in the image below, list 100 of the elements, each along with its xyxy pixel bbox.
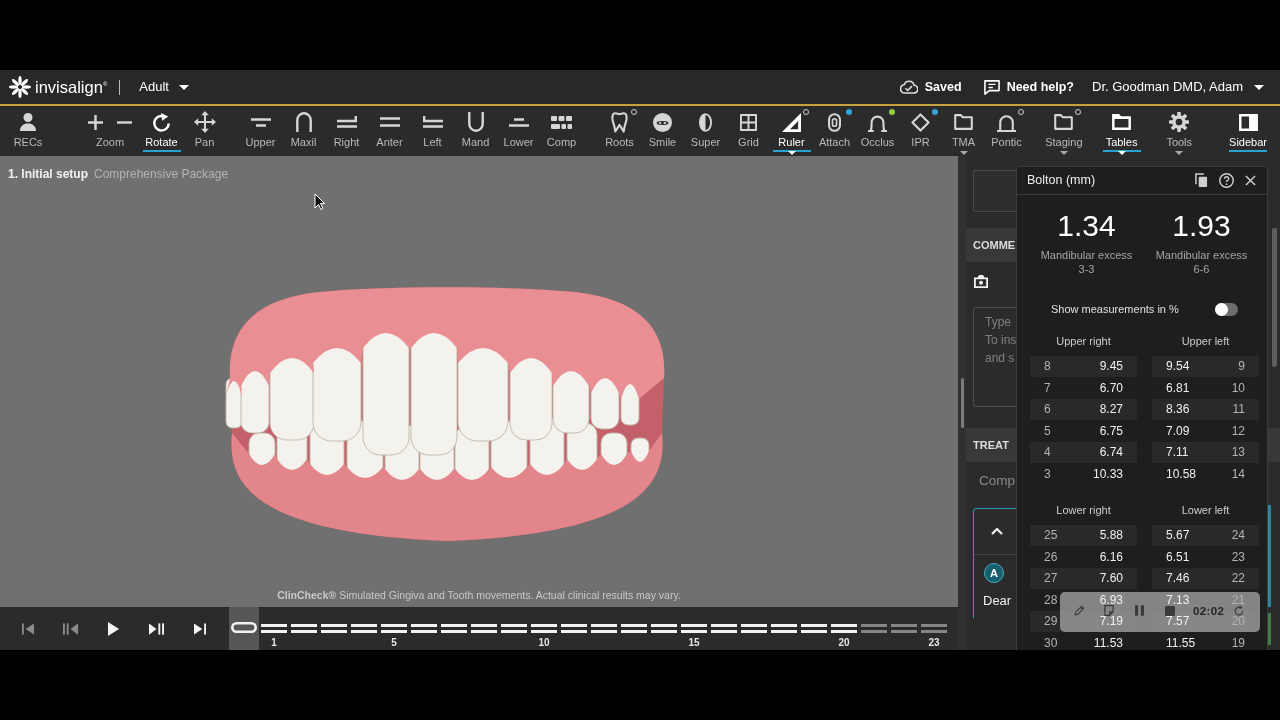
tooth-number: 22 <box>1231 570 1245 588</box>
toggle-label: Show measurements in % <box>1051 301 1179 317</box>
stop-icon[interactable] <box>1165 605 1175 616</box>
toolbar-button[interactable]: Attach <box>813 106 856 156</box>
save-status: Saved <box>924 78 962 96</box>
toolbar-button[interactable]: Right <box>325 106 368 156</box>
toolbar-button[interactable]: Lower <box>497 106 540 156</box>
toolbar-button[interactable]: Pontic <box>985 106 1028 156</box>
pencil-icon[interactable] <box>1074 605 1085 616</box>
measurement-value: 6.93 <box>1099 591 1123 609</box>
tooth-number: 26 <box>1044 548 1058 566</box>
toolbar-button[interactable]: Comp <box>540 106 583 156</box>
toolbar-button[interactable]: Super <box>684 106 727 156</box>
copy-icon[interactable] <box>1195 173 1208 188</box>
timeline-stage[interactable] <box>229 607 259 650</box>
timeline-stage[interactable]: 5 <box>379 607 409 650</box>
rotate-icon <box>152 112 171 132</box>
double-line-icon <box>379 117 400 127</box>
timeline-stage[interactable]: 23 <box>919 607 949 650</box>
toolbar-button[interactable]: Roots <box>598 106 641 156</box>
toolbar-button[interactable]: IPR <box>899 106 942 156</box>
measurement-value: 8.27 <box>1099 401 1123 419</box>
tooth-number: 3 <box>1044 465 1051 483</box>
summary-label: Mandibular excess <box>1040 248 1133 262</box>
measurement-value: 7.57 <box>1166 613 1190 631</box>
measurement-value: 7.46 <box>1166 570 1190 588</box>
help-icon[interactable] <box>1219 173 1234 188</box>
toolbar-button[interactable]: Maxil <box>282 106 325 156</box>
section-header[interactable]: COMME <box>966 228 1016 262</box>
scrollbar-thumb[interactable] <box>1272 228 1277 367</box>
step-title: 1. Initial setup <box>8 166 88 182</box>
lines-right-notch-icon <box>336 116 357 128</box>
pointer-cursor-icon <box>314 193 325 210</box>
button-edge <box>1268 613 1271 645</box>
toolbar-button[interactable]: Ruler <box>770 106 813 156</box>
user-menu[interactable]: Dr. Goodman DMD, Adam <box>1092 79 1264 95</box>
tooth-number: 7 <box>1044 379 1051 397</box>
close-icon[interactable] <box>1245 175 1256 186</box>
toolbar-button[interactable]: Staging <box>1035 106 1093 156</box>
resize-handle[interactable] <box>960 378 964 428</box>
settings-icon <box>1169 112 1190 132</box>
toolbar-button[interactable]: TMA <box>942 106 985 156</box>
tooth-number: 24 <box>1231 527 1245 545</box>
timeline-stage[interactable]: 1 <box>259 607 289 650</box>
tooth-roots-icon <box>611 111 628 133</box>
camera-icon[interactable] <box>974 274 988 288</box>
measurement-value: 5.67 <box>1166 527 1190 545</box>
toolbar-button[interactable]: Grid <box>727 106 770 156</box>
toolbar-button[interactable]: Occlus <box>856 106 899 156</box>
brand-name: invisalign$^{®}$ <box>35 77 108 97</box>
sidebar-panel-icon <box>1238 113 1258 131</box>
measurement-value: 5.88 <box>1099 527 1123 545</box>
chat-icon <box>983 79 1000 95</box>
section-header[interactable]: TREAT <box>966 428 1016 462</box>
refresh-icon[interactable] <box>1234 605 1245 616</box>
blocks-icon <box>551 115 572 129</box>
toolbar-button[interactable]: Zoom <box>80 106 140 156</box>
help-link[interactable]: Need help? <box>983 79 1074 95</box>
measurement-value: 6.75 <box>1099 422 1123 440</box>
cloud-check-icon <box>898 80 918 94</box>
measurement-value: 6.16 <box>1099 548 1123 566</box>
toolbar-button[interactable]: Left <box>411 106 454 156</box>
quadrant-title: Lower right <box>1055 503 1112 518</box>
toolbar-button[interactable]: Tables <box>1092 106 1151 156</box>
summary-range: 3-3 <box>1078 262 1095 276</box>
tooth-number: 28 <box>1044 591 1058 609</box>
toolbar-button[interactable]: Pan <box>183 106 226 156</box>
toolbar-button[interactable]: Sidebar <box>1219 106 1278 156</box>
comment-field[interactable]: Type To ins and s <box>973 307 1016 407</box>
timeline-stage[interactable]: 15 <box>679 607 709 650</box>
toolbar-button[interactable]: Smile <box>641 106 684 156</box>
percent-toggle[interactable] <box>1215 302 1238 316</box>
note-icon[interactable] <box>1104 605 1114 616</box>
timeline-stage[interactable]: 20 <box>829 607 859 650</box>
timeline-stage[interactable]: 10 <box>529 607 559 650</box>
toolbar-button[interactable]: Tools <box>1150 106 1209 156</box>
lines-left-notch-icon <box>422 116 443 128</box>
tooth-number: 9 <box>1238 358 1245 376</box>
toolbar-button[interactable]: Rotate <box>140 106 183 156</box>
measurement-value: 7.13 <box>1166 591 1190 609</box>
toolbar-button[interactable]: Anter <box>368 106 411 156</box>
short-long-lines-icon <box>508 117 529 127</box>
toolbar-button[interactable]: RECs <box>6 106 50 156</box>
tooth-number: 5 <box>1044 422 1051 440</box>
long-short-lines-icon <box>250 117 271 127</box>
skip-back-icon <box>21 622 34 635</box>
patient-type-dropdown[interactable]: Adult <box>139 79 189 95</box>
tooth-attachment-icon <box>828 112 841 132</box>
package-name: Comprehensive Package <box>94 166 229 182</box>
chevron-up-icon[interactable] <box>991 528 1003 535</box>
toolbar-button[interactable]: Mand <box>454 106 497 156</box>
quadrant-title: Lower left <box>1180 503 1231 518</box>
toolbar-button[interactable]: Upper <box>239 106 282 156</box>
u-shape-icon <box>467 112 484 132</box>
measurement-value: 7.11 <box>1166 444 1189 462</box>
author-avatar: A <box>984 563 1004 583</box>
pause-icon[interactable] <box>1135 605 1144 616</box>
arch-base-icon <box>997 112 1016 132</box>
measurement-value: 10.33 <box>1092 465 1123 483</box>
caret-down-icon <box>178 84 189 90</box>
